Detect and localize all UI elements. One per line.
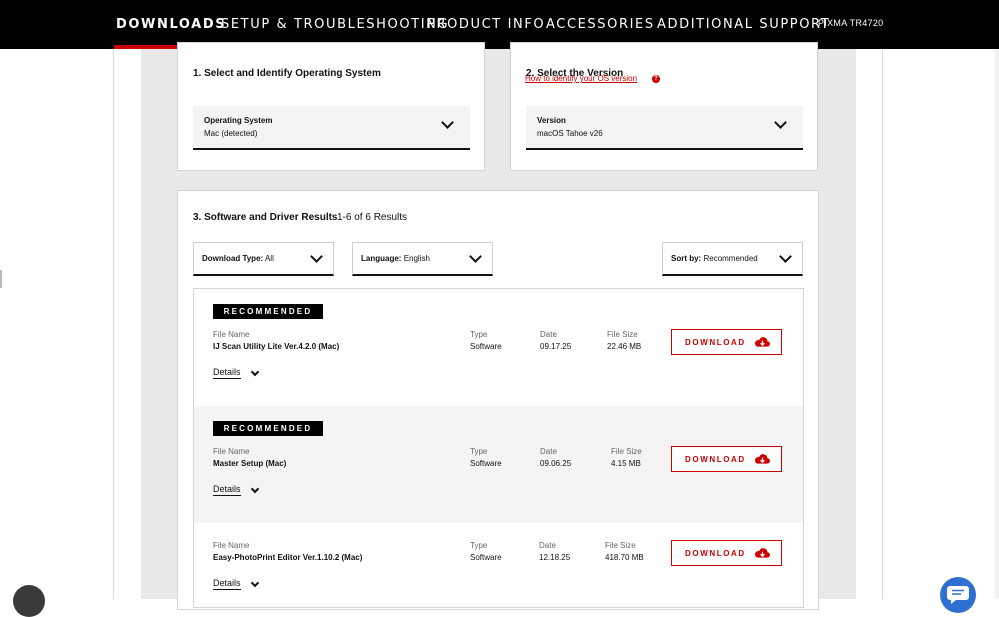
details-toggle[interactable]: Details (213, 484, 241, 496)
download-button-label: DOWNLOAD (685, 455, 746, 464)
date-value: 12.18.25 (539, 553, 571, 562)
scrollbar[interactable] (995, 0, 999, 599)
type-value: Software (470, 553, 502, 562)
version-select-label: Version (537, 116, 566, 125)
version-selection-card: 2. Select the Version How to identify yo… (510, 42, 818, 171)
help-icon[interactable]: ? (652, 75, 660, 83)
chat-button[interactable] (940, 577, 976, 613)
file-size-label: File Size (611, 447, 642, 456)
language-filter-text: Language: English (361, 254, 430, 263)
details-toggle[interactable]: Details (213, 367, 241, 379)
result-row: RECOMMENDED File Name IJ Scan Utility Li… (194, 289, 803, 406)
os-select-value: Mac (detected) (204, 129, 258, 138)
recommended-badge: RECOMMENDED (213, 304, 323, 319)
file-size-label: File Size (605, 541, 636, 550)
os-select[interactable]: Operating System Mac (detected) (193, 106, 470, 150)
language-filter[interactable]: Language: English (352, 242, 493, 276)
file-name-value: Easy-PhotoPrint Editor Ver.1.10.2 (Mac) (213, 553, 363, 562)
left-edge-marker (0, 270, 2, 288)
os-select-label: Operating System (204, 116, 273, 125)
identify-os-version-link[interactable]: How to identify your OS version (525, 74, 637, 83)
download-button[interactable]: DOWNLOAD (671, 329, 782, 355)
file-name-value: IJ Scan Utility Lite Ver.4.2.0 (Mac) (213, 342, 340, 351)
page-frame-left-line (113, 49, 114, 599)
date-value: 09.06.25 (540, 459, 572, 468)
nav-product-info[interactable]: PRODUCT INFO (427, 17, 545, 32)
nav-setup-troubleshooting[interactable]: SETUP & TROUBLESHOOTING (221, 17, 449, 32)
type-label: Type (470, 541, 488, 550)
file-name-label: File Name (213, 447, 250, 456)
cloud-download-icon (754, 337, 771, 347)
product-model-label: PIXMA TR4720 (818, 18, 884, 28)
sort-filter-text: Sort by: Recommended (671, 254, 758, 263)
download-type-label: Download Type: (202, 254, 264, 263)
chevron-down-icon (469, 250, 482, 263)
file-name-label: File Name (213, 541, 250, 550)
date-label: Date (540, 330, 557, 339)
results-count: 1-6 of 6 Results (337, 212, 408, 223)
chevron-down-icon (310, 250, 323, 263)
chevron-down-icon (441, 116, 454, 129)
download-type-filter[interactable]: Download Type: All (193, 242, 334, 276)
cloud-download-icon (754, 454, 771, 464)
nav-accessories[interactable]: ACCESSORIES (546, 17, 655, 32)
date-label: Date (539, 541, 556, 550)
nav-additional-support[interactable]: ADDITIONAL SUPPORT (657, 17, 830, 32)
sort-value: Recommended (703, 254, 758, 263)
chevron-down-icon[interactable] (250, 367, 260, 377)
type-label: Type (470, 447, 488, 456)
file-size-value: 22.46 MB (607, 342, 642, 351)
nav-downloads[interactable]: DOWNLOADS (116, 17, 226, 32)
result-row: RECOMMENDED File Name Master Setup (Mac)… (194, 406, 803, 523)
page-frame-right-line (882, 49, 883, 599)
file-size-label: File Size (607, 330, 638, 339)
details-toggle[interactable]: Details (213, 578, 241, 590)
accessibility-button[interactable] (13, 585, 45, 617)
version-select[interactable]: Version macOS Tahoe v26 (526, 106, 803, 150)
file-name-label: File Name (213, 330, 250, 339)
download-button[interactable]: DOWNLOAD (671, 446, 782, 472)
date-value: 09.17.25 (540, 342, 572, 351)
chevron-down-icon (774, 116, 787, 129)
file-size-value: 4.15 MB (611, 459, 641, 468)
download-type-filter-text: Download Type: All (202, 254, 274, 263)
file-name-value: Master Setup (Mac) (213, 459, 287, 468)
download-button-label: DOWNLOAD (685, 338, 746, 347)
top-navigation: DOWNLOADS SETUP & TROUBLESHOOTING PRODUC… (0, 0, 999, 49)
os-section-title: 1. Select and Identify Operating System (193, 68, 381, 79)
language-label: Language: (361, 254, 402, 263)
chevron-down-icon (779, 250, 792, 263)
download-button[interactable]: DOWNLOAD (671, 540, 782, 566)
language-value: English (403, 254, 430, 263)
recommended-badge: RECOMMENDED (213, 421, 323, 436)
results-card: 3. Software and Driver Results 1-6 of 6 … (177, 190, 819, 610)
type-value: Software (470, 342, 502, 351)
type-label: Type (470, 330, 488, 339)
results-section-title: 3. Software and Driver Results (193, 212, 338, 223)
cloud-download-icon (754, 548, 771, 558)
chevron-down-icon[interactable] (250, 578, 260, 588)
download-button-label: DOWNLOAD (685, 549, 746, 558)
os-selection-card: 1. Select and Identify Operating System … (177, 42, 485, 171)
version-select-value: macOS Tahoe v26 (537, 129, 603, 138)
sort-label: Sort by: (671, 254, 702, 263)
type-value: Software (470, 459, 502, 468)
chevron-down-icon[interactable] (250, 484, 260, 494)
result-row: File Name Easy-PhotoPrint Editor Ver.1.1… (194, 523, 803, 607)
date-label: Date (540, 447, 557, 456)
file-size-value: 418.70 MB (605, 553, 644, 562)
chat-icon (947, 586, 969, 604)
download-type-value: All (264, 254, 274, 263)
results-list: RECOMMENDED File Name IJ Scan Utility Li… (193, 288, 804, 608)
sort-filter[interactable]: Sort by: Recommended (662, 242, 803, 276)
